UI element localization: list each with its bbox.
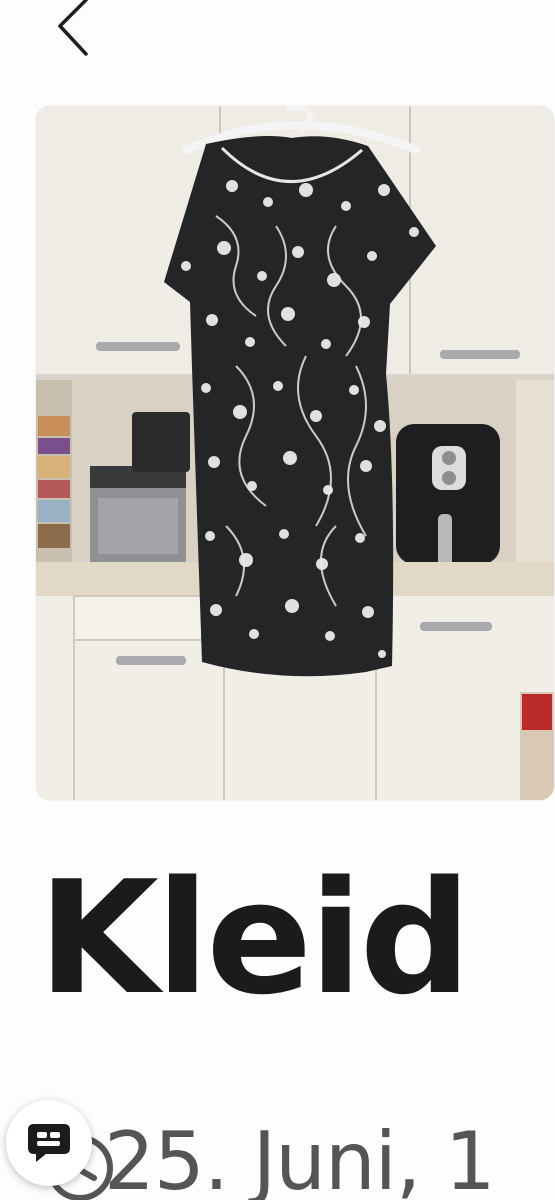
- listing-detail-screen: Kleid 25. Juni, 1: [0, 0, 555, 1200]
- back-button[interactable]: [50, 0, 100, 58]
- listing-date: 25. Juni, 1: [104, 1115, 496, 1200]
- chevron-left-icon: [58, 0, 88, 56]
- chat-button[interactable]: [6, 1100, 92, 1186]
- chat-bubble-icon: [28, 1124, 70, 1162]
- listing-photo[interactable]: [36, 106, 554, 800]
- dress-photo-illustration: [36, 106, 554, 800]
- listing-title: Kleid: [38, 847, 471, 1029]
